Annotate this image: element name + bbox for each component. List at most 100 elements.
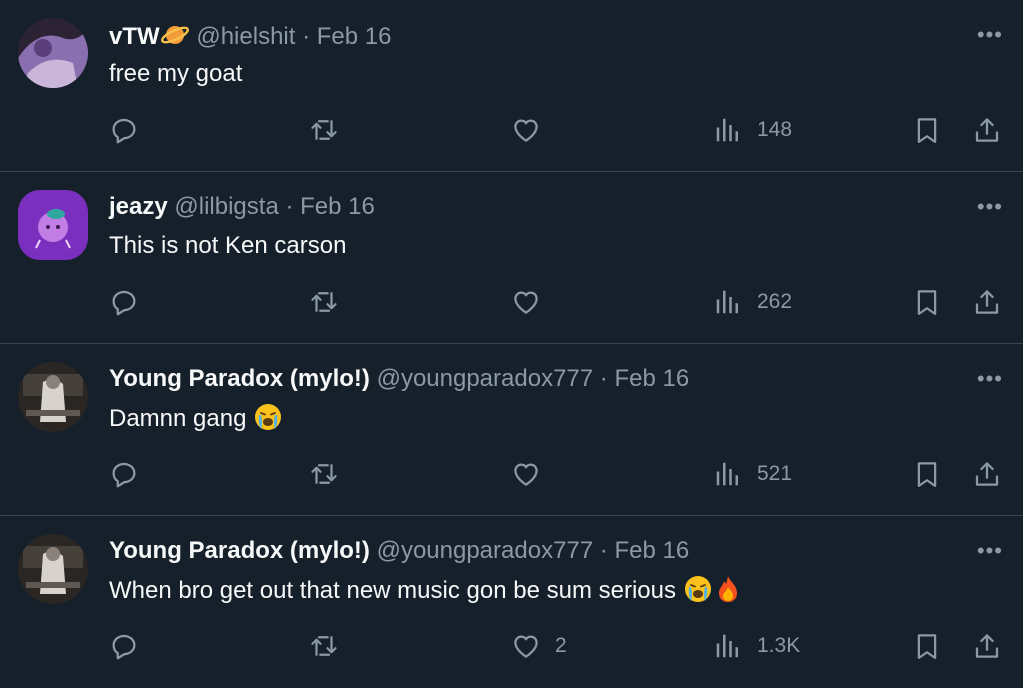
- loudly-crying-face-emoji: [683, 574, 713, 604]
- action-bar: 262: [0, 284, 1023, 320]
- like-button[interactable]: [511, 456, 541, 492]
- bar-chart-icon: [713, 631, 743, 661]
- username-handle[interactable]: @hielshit: [196, 23, 295, 50]
- bookmark-icon: [912, 115, 942, 145]
- avatar[interactable]: [18, 18, 88, 88]
- display-name[interactable]: vTW: [109, 23, 160, 50]
- repost-icon: [309, 115, 339, 145]
- avatar[interactable]: [18, 190, 88, 260]
- reply-button[interactable]: [109, 456, 139, 492]
- views-count: 262: [757, 290, 793, 313]
- views-button[interactable]: 148: [713, 112, 792, 148]
- more-options-icon[interactable]: •••: [977, 366, 1003, 392]
- reply-icon: [109, 115, 139, 145]
- post-text-content: When bro get out that new music gon be s…: [109, 577, 676, 604]
- separator-dot: ·: [599, 537, 608, 564]
- post-header: vTW @hielshit · Feb 16: [109, 20, 391, 52]
- post-text: Damnn gang: [109, 402, 283, 435]
- share-button[interactable]: [972, 456, 1002, 492]
- reply-icon: [109, 631, 139, 661]
- post-header: Young Paradox (mylo!) @youngparadox777 ·…: [109, 536, 689, 566]
- ringed-planet-emoji: [160, 20, 190, 50]
- views-button[interactable]: 1.3K: [713, 628, 800, 664]
- like-button[interactable]: 2: [511, 628, 567, 664]
- post-date[interactable]: Feb 16: [317, 23, 392, 50]
- post-date[interactable]: Feb 16: [300, 193, 375, 220]
- display-name[interactable]: jeazy: [109, 193, 168, 220]
- action-bar: 148: [0, 112, 1023, 148]
- bookmark-icon: [912, 287, 942, 317]
- reply-button[interactable]: [109, 628, 139, 664]
- views-button[interactable]: 521: [713, 456, 792, 492]
- reply-icon: [109, 459, 139, 489]
- post[interactable]: Young Paradox (mylo!) @youngparadox777 ·…: [0, 516, 1023, 688]
- separator-dot: ·: [302, 23, 311, 50]
- reply-icon: [109, 287, 139, 317]
- post-text: This is not Ken carson: [109, 230, 346, 262]
- reply-feed: vTW @hielshit · Feb 16 ••• free my goat …: [0, 0, 1023, 688]
- views-count: 521: [757, 462, 793, 485]
- post-date[interactable]: Feb 16: [614, 365, 689, 392]
- more-options-icon[interactable]: •••: [977, 194, 1003, 220]
- action-bar: 521: [0, 456, 1023, 492]
- share-button[interactable]: [972, 112, 1002, 148]
- reply-button[interactable]: [109, 284, 139, 320]
- post[interactable]: Young Paradox (mylo!) @youngparadox777 ·…: [0, 344, 1023, 516]
- post-header: Young Paradox (mylo!) @youngparadox777 ·…: [109, 364, 689, 394]
- post[interactable]: vTW @hielshit · Feb 16 ••• free my goat …: [0, 0, 1023, 172]
- bar-chart-icon: [713, 459, 743, 489]
- username-handle[interactable]: @youngparadox777: [377, 537, 594, 564]
- bookmark-icon: [912, 459, 942, 489]
- views-count: 1.3K: [757, 634, 801, 657]
- post-date[interactable]: Feb 16: [614, 537, 689, 564]
- bookmark-button[interactable]: [912, 284, 942, 320]
- reply-button[interactable]: [109, 112, 139, 148]
- like-button[interactable]: [511, 284, 541, 320]
- avatar[interactable]: [18, 534, 88, 604]
- more-options-icon[interactable]: •••: [977, 538, 1003, 564]
- bookmark-button[interactable]: [912, 456, 942, 492]
- post-text-content: This is not Ken carson: [109, 232, 347, 259]
- heart-icon: [511, 459, 541, 489]
- share-button[interactable]: [972, 284, 1002, 320]
- separator-dot: ·: [285, 193, 294, 220]
- share-icon: [972, 459, 1002, 489]
- bookmark-icon: [912, 631, 942, 661]
- action-bar: 2 1.3K: [0, 628, 1023, 664]
- post-text-content: Damnn gang: [109, 405, 247, 432]
- loudly-crying-face-emoji: [253, 402, 283, 432]
- bar-chart-icon: [713, 287, 743, 317]
- heart-icon: [511, 287, 541, 317]
- bookmark-button[interactable]: [912, 628, 942, 664]
- share-button[interactable]: [972, 628, 1002, 664]
- repost-button[interactable]: [309, 284, 339, 320]
- fire-emoji: [713, 574, 743, 604]
- repost-button[interactable]: [309, 628, 339, 664]
- heart-icon: [511, 631, 541, 661]
- username-handle[interactable]: @youngparadox777: [377, 365, 594, 392]
- display-name[interactable]: Young Paradox (mylo!): [109, 365, 370, 392]
- username-handle[interactable]: @lilbigsta: [174, 193, 278, 220]
- repost-icon: [309, 287, 339, 317]
- post[interactable]: jeazy @lilbigsta · Feb 16 ••• This is no…: [0, 172, 1023, 344]
- display-name[interactable]: Young Paradox (mylo!): [109, 537, 370, 564]
- repost-button[interactable]: [309, 456, 339, 492]
- post-text-content: free my goat: [109, 60, 243, 87]
- share-icon: [972, 115, 1002, 145]
- repost-icon: [309, 631, 339, 661]
- post-header: jeazy @lilbigsta · Feb 16: [109, 192, 375, 222]
- like-count: 2: [555, 634, 567, 657]
- like-button[interactable]: [511, 112, 541, 148]
- separator-dot: ·: [599, 365, 608, 392]
- repost-icon: [309, 459, 339, 489]
- repost-button[interactable]: [309, 112, 339, 148]
- bookmark-button[interactable]: [912, 112, 942, 148]
- heart-icon: [511, 115, 541, 145]
- share-icon: [972, 631, 1002, 661]
- more-options-icon[interactable]: •••: [977, 22, 1003, 48]
- views-button[interactable]: 262: [713, 284, 792, 320]
- post-text: When bro get out that new music gon be s…: [109, 574, 743, 607]
- views-count: 148: [757, 118, 793, 141]
- avatar[interactable]: [18, 362, 88, 432]
- post-text: free my goat: [109, 58, 242, 90]
